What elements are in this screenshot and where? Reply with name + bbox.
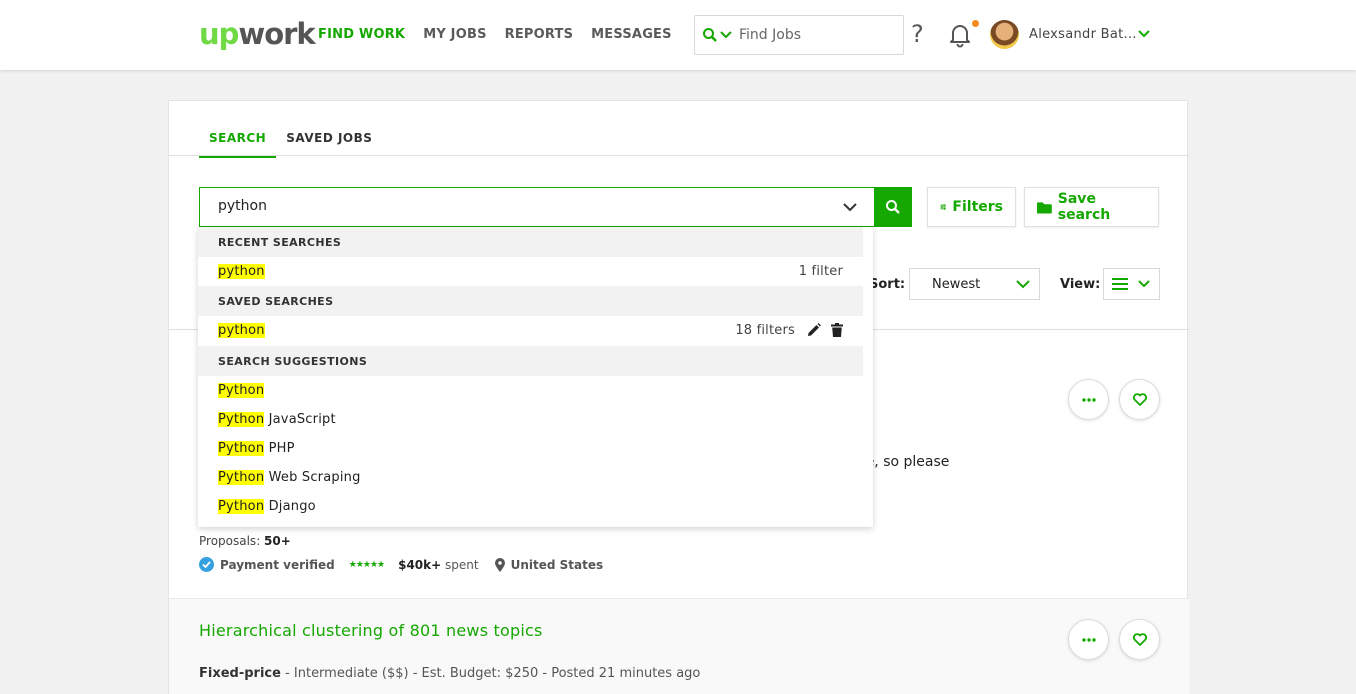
ellipsis-icon	[1081, 637, 1096, 642]
save-search-button[interactable]: Save search	[1024, 187, 1159, 227]
sort-label: Sort:	[869, 277, 906, 292]
verified-check-icon	[199, 557, 214, 572]
rating-stars: ★★★★★	[348, 559, 385, 570]
suggestion-item[interactable]: Python JavaScript	[198, 405, 863, 434]
top-navigation-bar: upwork FIND WORK MY JOBS REPORTS MESSAGE…	[0, 0, 1356, 70]
save-job-button[interactable]	[1119, 619, 1160, 660]
suggestion-item[interactable]: Python Web Scraping	[198, 463, 863, 492]
nav-find-work[interactable]: FIND WORK	[318, 27, 405, 42]
suggestion-item[interactable]: Python Django	[198, 492, 863, 521]
chevron-down-icon	[720, 31, 732, 39]
search-button[interactable]	[874, 187, 912, 227]
client-info: Payment verified ★★★★★ $40k+ spent Unite…	[199, 557, 603, 572]
search-icon	[886, 200, 900, 214]
more-options-button[interactable]	[1068, 379, 1109, 420]
nav-messages[interactable]: MESSAGES	[591, 27, 672, 42]
avatar[interactable]	[990, 20, 1019, 49]
sort-select[interactable]: Newest	[909, 268, 1040, 300]
edit-pencil-icon[interactable]	[807, 323, 821, 337]
search-type-dropdown[interactable]	[695, 16, 739, 54]
job-actions	[1068, 619, 1160, 660]
header-search-input[interactable]	[739, 27, 889, 43]
save-search-label: Save search	[1057, 191, 1111, 223]
chevron-down-icon[interactable]	[1137, 27, 1151, 41]
view-select[interactable]	[1103, 268, 1160, 300]
search-suggestions-header: SEARCH SUGGESTIONS	[198, 346, 863, 376]
list-view-icon	[1112, 278, 1128, 290]
sliders-icon	[940, 204, 946, 210]
job-title[interactable]: Hierarchical clustering of 801 news topi…	[199, 621, 543, 640]
job-search-box	[199, 187, 875, 227]
more-options-button[interactable]	[1068, 619, 1109, 660]
heart-icon	[1132, 393, 1147, 406]
search-autocomplete-dropdown: RECENT SEARCHES python 1 filter SAVED SE…	[198, 227, 873, 527]
location-pin-icon	[494, 557, 505, 572]
upwork-logo[interactable]: upwork	[199, 16, 316, 52]
client-spent: $40k+ spent	[398, 557, 479, 572]
trash-icon[interactable]	[831, 323, 843, 337]
notification-dot	[972, 20, 979, 27]
user-name[interactable]: Alexsandr Bat...	[1029, 27, 1137, 42]
chevron-down-icon[interactable]	[842, 200, 858, 214]
suggestion-item[interactable]: Python	[198, 376, 863, 405]
saved-search-item[interactable]: python 18 filters	[198, 316, 863, 345]
job-actions	[1068, 379, 1160, 420]
divider	[169, 155, 1189, 156]
ellipsis-icon	[1081, 397, 1096, 402]
header-search	[694, 15, 904, 55]
client-country: United States	[510, 557, 604, 572]
nav-my-jobs[interactable]: MY JOBS	[423, 27, 486, 42]
job-tile[interactable]: Hierarchical clustering of 801 news topi…	[169, 599, 1189, 694]
search-tabs: SEARCH SAVED JOBS	[199, 129, 382, 158]
proposals: Proposals: 50+	[199, 534, 291, 548]
folder-icon	[1037, 201, 1052, 214]
chevron-down-icon	[1138, 280, 1150, 288]
tab-saved-jobs[interactable]: SAVED JOBS	[276, 129, 382, 158]
help-icon[interactable]: ?	[911, 20, 924, 48]
saved-search-filters: 18 filters	[735, 323, 795, 338]
job-search-input[interactable]	[218, 198, 818, 214]
sort-value: Newest	[932, 276, 981, 292]
recent-search-item[interactable]: python 1 filter	[198, 257, 863, 286]
search-icon	[703, 28, 717, 42]
filters-button[interactable]: Filters	[927, 187, 1016, 227]
view-label: View:	[1060, 277, 1101, 292]
recent-searches-header: RECENT SEARCHES	[198, 227, 863, 257]
suggestion-item[interactable]: Python PHP	[198, 434, 863, 463]
save-job-button[interactable]	[1119, 379, 1160, 420]
heart-icon	[1132, 633, 1147, 646]
nav-reports[interactable]: REPORTS	[505, 27, 574, 42]
main-nav: FIND WORK MY JOBS REPORTS MESSAGES	[318, 27, 672, 42]
job-meta: Fixed-price - Intermediate ($$) - Est. B…	[199, 666, 701, 681]
payment-verified: Payment verified	[220, 557, 335, 572]
saved-searches-header: SAVED SEARCHES	[198, 286, 863, 316]
tab-search[interactable]: SEARCH	[199, 129, 277, 158]
chevron-down-icon	[1016, 280, 1030, 289]
recent-search-filters: 1 filter	[798, 264, 843, 279]
notification-bell-icon[interactable]	[948, 22, 972, 48]
filters-label: Filters	[952, 199, 1003, 215]
